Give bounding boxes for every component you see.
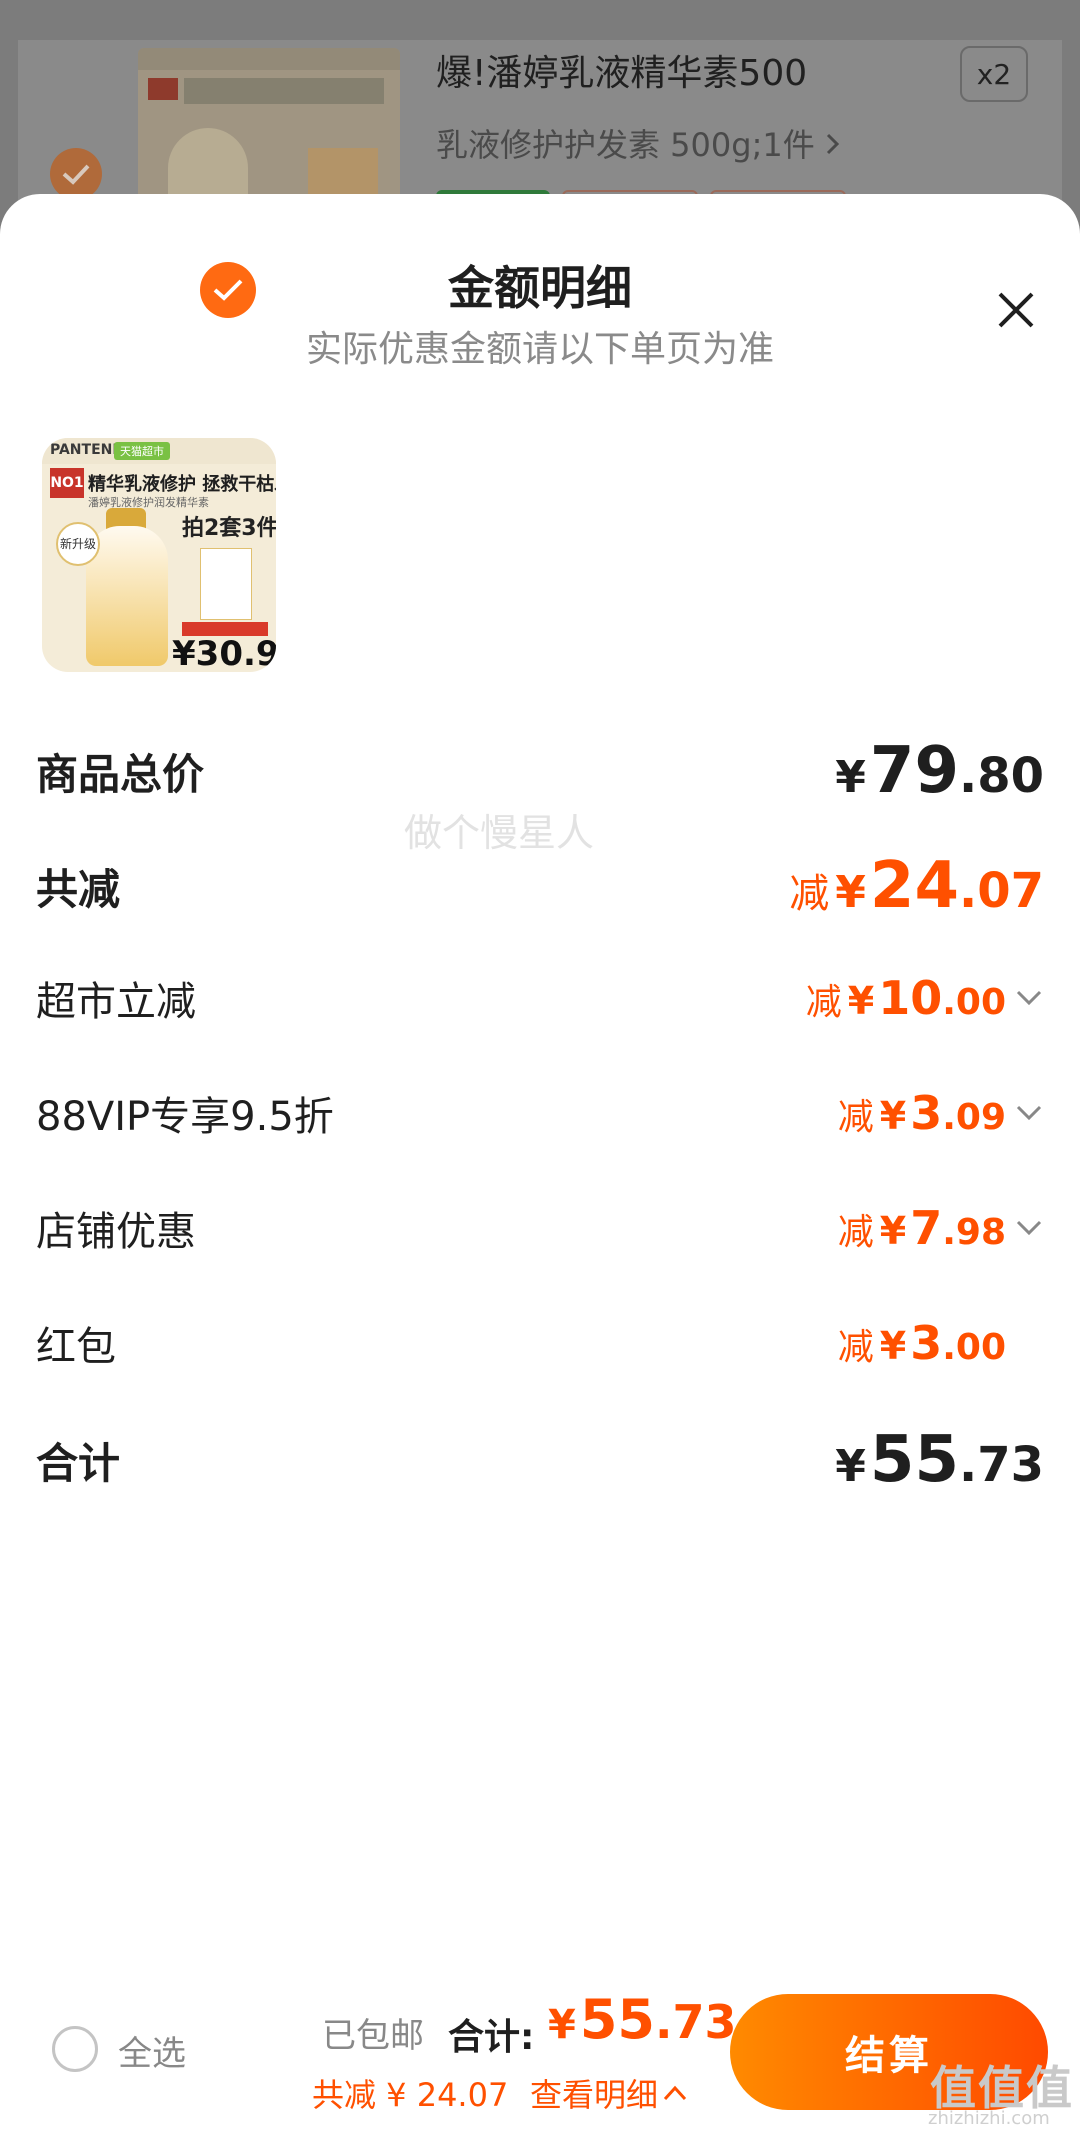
amount-row-value: 减 ¥3.09 (837, 1086, 1006, 1140)
amount-row[interactable]: 超市立减 减 ¥10.00 (36, 963, 1044, 1033)
amount-row: 共减 减 ¥24.07 (36, 849, 1044, 923)
select-all-label[interactable]: 全选 (118, 2026, 186, 2075)
saved-amount: 共减 ¥ 24.07 (312, 2076, 509, 2114)
background-item-thumbnail (138, 48, 400, 208)
chevron-down-icon[interactable] (1014, 987, 1044, 1009)
thumb-brand: PANTENE (50, 442, 122, 458)
thumb-promo: 拍2套3件 (182, 516, 276, 541)
chevron-up-icon (663, 2085, 687, 2101)
product-selected-check-icon[interactable] (200, 262, 256, 318)
total-label: 合计: (448, 2017, 535, 2058)
thumb-headline: 精华乳液修护 拯救干枯发 (88, 474, 276, 495)
tube-image (200, 548, 252, 620)
product-thumbnail[interactable]: PANTENE 天猫超市 NO1 精华乳液修护 拯救干枯发 潘婷乳液修护润发精华… (42, 438, 276, 672)
amount-row: 红包 减 ¥3.00 (36, 1308, 1044, 1378)
view-detail-link[interactable]: 查看明细 (530, 2070, 688, 2116)
amount-row-label: 共减 (36, 864, 121, 914)
chevron-right-icon (826, 133, 840, 155)
amount-row-label: 店铺优惠 (36, 1209, 196, 1255)
thumb-price: ¥30.91 (172, 634, 276, 672)
background-item-check-icon (50, 148, 102, 200)
bottom-bar: 全选 已包邮 合计: ¥55.73 共减 ¥ 24.07 查看明细 结算 (0, 1970, 1080, 2137)
chevron-down-icon[interactable] (1014, 1102, 1044, 1124)
thumb-new-label: 新升级 (56, 522, 100, 566)
total-amount: ¥55.73 (548, 1988, 737, 2051)
amount-row-label: 商品总价 (36, 749, 205, 799)
background-item-title: 爆!潘婷乳液精华素500 (436, 53, 808, 94)
amount-row-value: 减 ¥3.00 (837, 1316, 1006, 1370)
sheet-title: 金额明细 (448, 261, 632, 315)
background-item-spec: 乳液修护护发素 500g;1件 (436, 120, 841, 166)
amount-row: 商品总价 ¥79.80 (36, 734, 1044, 808)
watermark: 做个慢星人 (404, 811, 595, 855)
background-item-qty: x2 (960, 46, 1028, 102)
amount-row-label: 88VIP专享9.5折 (36, 1094, 334, 1140)
thumb-badge: 天猫超市 (114, 442, 170, 460)
shipping-label: 已包邮 (322, 2016, 424, 2056)
amount-row-value: ¥79.80 (835, 734, 1044, 808)
thumb-no1: NO1 (50, 468, 84, 498)
chevron-down-icon[interactable] (1014, 1217, 1044, 1239)
amount-row-label: 超市立减 (36, 979, 196, 1025)
close-icon[interactable] (990, 284, 1042, 336)
thumb-subline: 潘婷乳液修护润发精华素 (88, 496, 209, 509)
amount-row[interactable]: 店铺优惠 减 ¥7.98 (36, 1193, 1044, 1263)
amount-row-value: 减 ¥10.00 (805, 971, 1006, 1025)
amount-row: 合计 ¥55.73 (36, 1423, 1044, 1497)
amount-row[interactable]: 88VIP专享9.5折 减 ¥3.09 (36, 1078, 1044, 1148)
site-logo-url: zhizhizhi.com (928, 2108, 1050, 2129)
amount-row-value: 减 ¥7.98 (837, 1201, 1006, 1255)
amount-row-value: 减 ¥24.07 (789, 849, 1044, 923)
select-all-radio[interactable] (52, 2026, 98, 2072)
sheet-subtitle: 实际优惠金额请以下单页为准 (305, 329, 774, 370)
amount-row-label: 红包 (36, 1324, 116, 1370)
amount-row-value: ¥55.73 (835, 1423, 1044, 1497)
amount-row-label: 合计 (36, 1438, 121, 1488)
view-detail-label: 查看明细 (530, 2076, 659, 2114)
